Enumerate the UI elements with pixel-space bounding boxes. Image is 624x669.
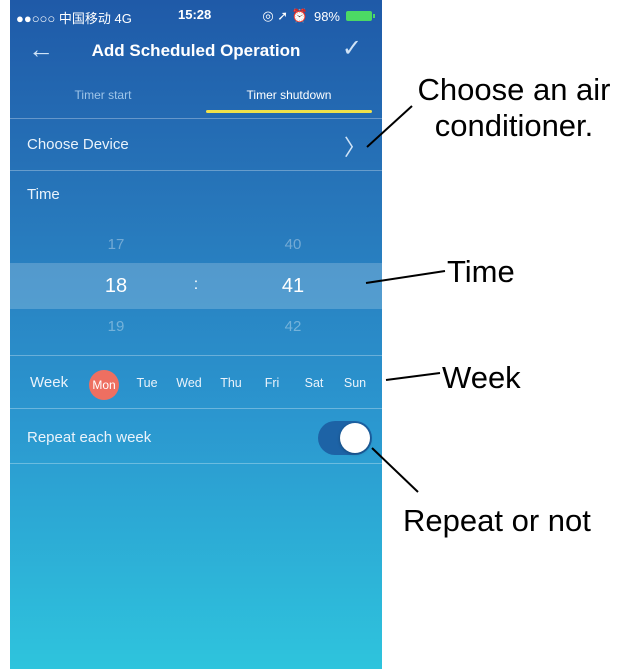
callout-week: Week [442,360,521,395]
callout-choose-device: Choose an air conditioner. [417,72,611,143]
callout-repeat: Repeat or not [403,503,591,538]
callout-line-repeat [371,447,419,493]
callout-time: Time [447,254,515,289]
callout-line-week [385,372,441,381]
callout-line-time [365,270,446,284]
